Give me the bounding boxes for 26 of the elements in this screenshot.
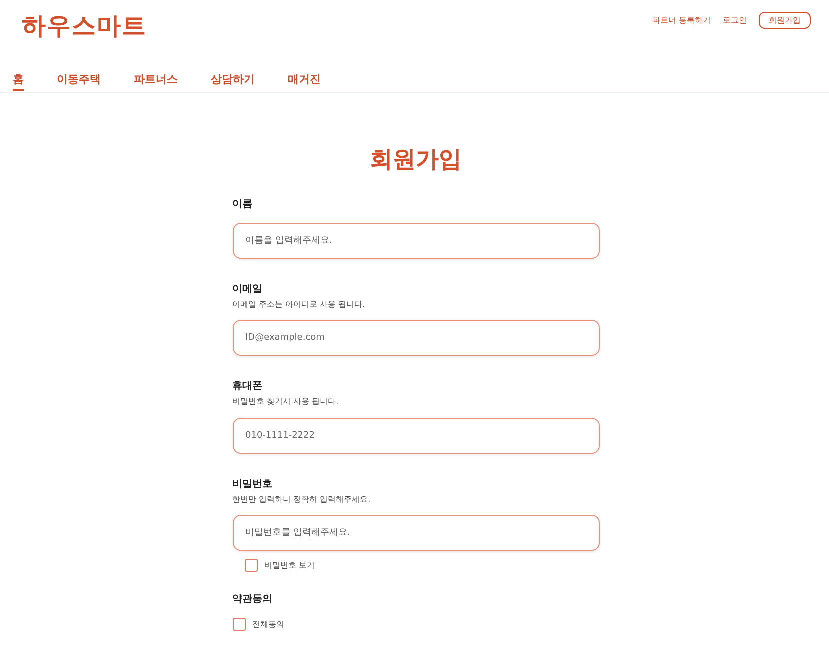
nav-tab[interactable]: 상담하기 [211,72,255,91]
input-field[interactable]: 이름을 입력해주세요. [232,222,600,259]
header-link[interactable]: 파트너 등록하기 [652,15,711,26]
checkbox[interactable] [244,559,258,572]
nav-tab[interactable]: 파트너스 [134,72,178,91]
logo[interactable]: 하우스마트 [22,10,147,42]
field-label: 비밀번호 [232,478,274,491]
section-label: 약관동의 [232,594,274,606]
checkbox-label: 비밀번호 보기 [264,561,316,571]
checkbox-label: 전체동의 [252,620,284,630]
input-field[interactable]: ID@example.com [232,320,600,356]
nav-tab[interactable]: 매거진 [288,72,321,91]
field-label: 이름 [232,198,254,211]
signup-button[interactable]: 회원가입 [759,12,811,29]
input-field[interactable]: 010-1111-2222 [232,418,600,454]
field-label: 이메일 [232,284,264,296]
help-text: 이메일 주소는 아이디로 사용 됩니다. [232,300,366,310]
nav-tab[interactable]: 홈 [13,72,24,91]
header-link[interactable]: 로그인 [723,15,747,26]
checkbox[interactable] [232,618,246,632]
help-text: 한번만 입력하니 정확히 입력해주세요. [232,494,372,504]
help-text: 비밀번호 찾기시 사용 됩니다. [232,397,340,407]
page-title: 회원가입 [369,147,463,175]
nav-tab[interactable]: 이동주택 [57,72,101,91]
input-field[interactable]: 비밀번호를 입력해주세요. [232,515,600,552]
field-label: 휴대폰 [232,381,264,394]
